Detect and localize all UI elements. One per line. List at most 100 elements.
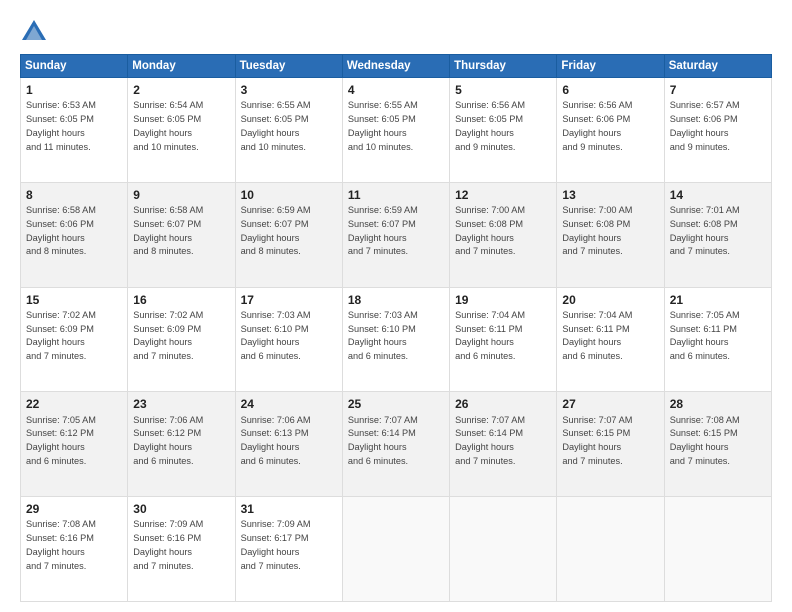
day-number: 9 xyxy=(133,187,229,203)
day-number: 10 xyxy=(241,187,337,203)
day-number: 14 xyxy=(670,187,766,203)
calendar-cell xyxy=(557,497,664,602)
day-number: 6 xyxy=(562,82,658,98)
day-info: Sunrise: 7:08 AMSunset: 6:16 PMDaylight … xyxy=(26,519,96,570)
day-number: 16 xyxy=(133,292,229,308)
calendar-cell: 22 Sunrise: 7:05 AMSunset: 6:12 PMDayligh… xyxy=(21,392,128,497)
day-info: Sunrise: 6:58 AMSunset: 6:07 PMDaylight … xyxy=(133,205,203,256)
calendar-header-tuesday: Tuesday xyxy=(235,55,342,78)
calendar-cell: 16Sunrise: 7:02 AMSunset: 6:09 PMDayligh… xyxy=(128,287,235,392)
calendar-header-sunday: Sunday xyxy=(21,55,128,78)
calendar-cell xyxy=(450,497,557,602)
calendar-table: SundayMondayTuesdayWednesdayThursdayFrid… xyxy=(20,54,772,602)
calendar-page: SundayMondayTuesdayWednesdayThursdayFrid… xyxy=(0,0,792,612)
day-number: 17 xyxy=(241,292,337,308)
calendar-cell: 27 Sunrise: 7:07 AMSunset: 6:15 PMDayligh… xyxy=(557,392,664,497)
day-info: Sunrise: 6:59 AMSunset: 6:07 PMDaylight … xyxy=(241,205,311,256)
day-info: Sunrise: 6:56 AMSunset: 6:06 PMDaylight … xyxy=(562,100,632,151)
calendar-cell: 11 Sunrise: 6:59 AMSunset: 6:07 PMDayligh… xyxy=(342,182,449,287)
day-info: Sunrise: 7:04 AMSunset: 6:11 PMDaylight … xyxy=(455,310,525,361)
day-info: Sunrise: 7:00 AMSunset: 6:08 PMDaylight … xyxy=(562,205,632,256)
calendar-cell: 18Sunrise: 7:03 AMSunset: 6:10 PMDayligh… xyxy=(342,287,449,392)
day-number: 23 xyxy=(133,396,229,412)
day-info: Sunrise: 6:56 AMSunset: 6:05 PMDaylight … xyxy=(455,100,525,151)
day-info: Sunrise: 7:02 AMSunset: 6:09 PMDaylight … xyxy=(26,310,96,361)
calendar-header-thursday: Thursday xyxy=(450,55,557,78)
calendar-week-row: 29 Sunrise: 7:08 AMSunset: 6:16 PMDayligh… xyxy=(21,497,772,602)
day-number: 2 xyxy=(133,82,229,98)
day-info: Sunrise: 7:03 AMSunset: 6:10 PMDaylight … xyxy=(348,310,418,361)
calendar-cell xyxy=(664,497,771,602)
day-info: Sunrise: 6:55 AMSunset: 6:05 PMDaylight … xyxy=(241,100,311,151)
day-info: Sunrise: 7:05 AMSunset: 6:12 PMDaylight … xyxy=(26,415,96,466)
day-number: 15 xyxy=(26,292,122,308)
day-number: 8 xyxy=(26,187,122,203)
day-info: Sunrise: 6:58 AMSunset: 6:06 PMDaylight … xyxy=(26,205,96,256)
calendar-week-row: 1 Sunrise: 6:53 AMSunset: 6:05 PMDaylight… xyxy=(21,78,772,183)
day-number: 20 xyxy=(562,292,658,308)
calendar-cell: 10 Sunrise: 6:59 AMSunset: 6:07 PMDayligh… xyxy=(235,182,342,287)
calendar-cell: 13 Sunrise: 7:00 AMSunset: 6:08 PMDayligh… xyxy=(557,182,664,287)
calendar-week-row: 8 Sunrise: 6:58 AMSunset: 6:06 PMDaylight… xyxy=(21,182,772,287)
day-info: Sunrise: 7:09 AMSunset: 6:17 PMDaylight … xyxy=(241,519,311,570)
day-info: Sunrise: 6:54 AMSunset: 6:05 PMDaylight … xyxy=(133,100,203,151)
day-number: 22 xyxy=(26,396,122,412)
calendar-week-row: 15 Sunrise: 7:02 AMSunset: 6:09 PMDayligh… xyxy=(21,287,772,392)
day-number: 4 xyxy=(348,82,444,98)
calendar-cell: 15 Sunrise: 7:02 AMSunset: 6:09 PMDayligh… xyxy=(21,287,128,392)
day-number: 29 xyxy=(26,501,122,517)
day-number: 11 xyxy=(348,187,444,203)
calendar-cell xyxy=(342,497,449,602)
calendar-week-row: 22 Sunrise: 7:05 AMSunset: 6:12 PMDayligh… xyxy=(21,392,772,497)
day-info: Sunrise: 7:07 AMSunset: 6:14 PMDaylight … xyxy=(348,415,418,466)
calendar-cell: 1 Sunrise: 6:53 AMSunset: 6:05 PMDaylight… xyxy=(21,78,128,183)
day-number: 30 xyxy=(133,501,229,517)
calendar-cell: 14 Sunrise: 7:01 AMSunset: 6:08 PMDayligh… xyxy=(664,182,771,287)
day-info: Sunrise: 6:53 AMSunset: 6:05 PMDaylight … xyxy=(26,100,96,151)
calendar-cell: 5 Sunrise: 6:56 AMSunset: 6:05 PMDaylight… xyxy=(450,78,557,183)
calendar-cell: 12Sunrise: 7:00 AMSunset: 6:08 PMDayligh… xyxy=(450,182,557,287)
calendar-cell: 9 Sunrise: 6:58 AMSunset: 6:07 PMDaylight… xyxy=(128,182,235,287)
calendar-header-row: SundayMondayTuesdayWednesdayThursdayFrid… xyxy=(21,55,772,78)
day-info: Sunrise: 6:57 AMSunset: 6:06 PMDaylight … xyxy=(670,100,740,151)
day-number: 21 xyxy=(670,292,766,308)
day-info: Sunrise: 7:04 AMSunset: 6:11 PMDaylight … xyxy=(562,310,632,361)
calendar-header-friday: Friday xyxy=(557,55,664,78)
day-info: Sunrise: 7:01 AMSunset: 6:08 PMDaylight … xyxy=(670,205,740,256)
day-info: Sunrise: 7:00 AMSunset: 6:08 PMDaylight … xyxy=(455,205,525,256)
day-number: 27 xyxy=(562,396,658,412)
calendar-header-monday: Monday xyxy=(128,55,235,78)
calendar-header-wednesday: Wednesday xyxy=(342,55,449,78)
day-number: 26 xyxy=(455,396,551,412)
day-number: 31 xyxy=(241,501,337,517)
calendar-cell: 29 Sunrise: 7:08 AMSunset: 6:16 PMDayligh… xyxy=(21,497,128,602)
calendar-cell: 3 Sunrise: 6:55 AMSunset: 6:05 PMDaylight… xyxy=(235,78,342,183)
calendar-cell: 21 Sunrise: 7:05 AMSunset: 6:11 PMDayligh… xyxy=(664,287,771,392)
day-info: Sunrise: 7:03 AMSunset: 6:10 PMDaylight … xyxy=(241,310,311,361)
day-number: 5 xyxy=(455,82,551,98)
calendar-cell: 6 Sunrise: 6:56 AMSunset: 6:06 PMDaylight… xyxy=(557,78,664,183)
day-number: 25 xyxy=(348,396,444,412)
day-number: 7 xyxy=(670,82,766,98)
day-number: 3 xyxy=(241,82,337,98)
day-number: 19 xyxy=(455,292,551,308)
day-info: Sunrise: 6:55 AMSunset: 6:05 PMDaylight … xyxy=(348,100,418,151)
day-number: 1 xyxy=(26,82,122,98)
header xyxy=(20,18,772,46)
day-info: Sunrise: 7:06 AMSunset: 6:13 PMDaylight … xyxy=(241,415,311,466)
calendar-cell: 30Sunrise: 7:09 AMSunset: 6:16 PMDayligh… xyxy=(128,497,235,602)
day-info: Sunrise: 7:07 AMSunset: 6:15 PMDaylight … xyxy=(562,415,632,466)
day-number: 13 xyxy=(562,187,658,203)
logo xyxy=(20,18,52,46)
calendar-cell: 31 Sunrise: 7:09 AMSunset: 6:17 PMDayligh… xyxy=(235,497,342,602)
calendar-cell: 17 Sunrise: 7:03 AMSunset: 6:10 PMDayligh… xyxy=(235,287,342,392)
day-info: Sunrise: 7:08 AMSunset: 6:15 PMDaylight … xyxy=(670,415,740,466)
day-info: Sunrise: 6:59 AMSunset: 6:07 PMDaylight … xyxy=(348,205,418,256)
calendar-cell: 25 Sunrise: 7:07 AMSunset: 6:14 PMDayligh… xyxy=(342,392,449,497)
day-info: Sunrise: 7:05 AMSunset: 6:11 PMDaylight … xyxy=(670,310,740,361)
day-info: Sunrise: 7:06 AMSunset: 6:12 PMDaylight … xyxy=(133,415,203,466)
calendar-cell: 19 Sunrise: 7:04 AMSunset: 6:11 PMDayligh… xyxy=(450,287,557,392)
calendar-cell: 4 Sunrise: 6:55 AMSunset: 6:05 PMDaylight… xyxy=(342,78,449,183)
calendar-cell: 28Sunrise: 7:08 AMSunset: 6:15 PMDayligh… xyxy=(664,392,771,497)
day-number: 24 xyxy=(241,396,337,412)
